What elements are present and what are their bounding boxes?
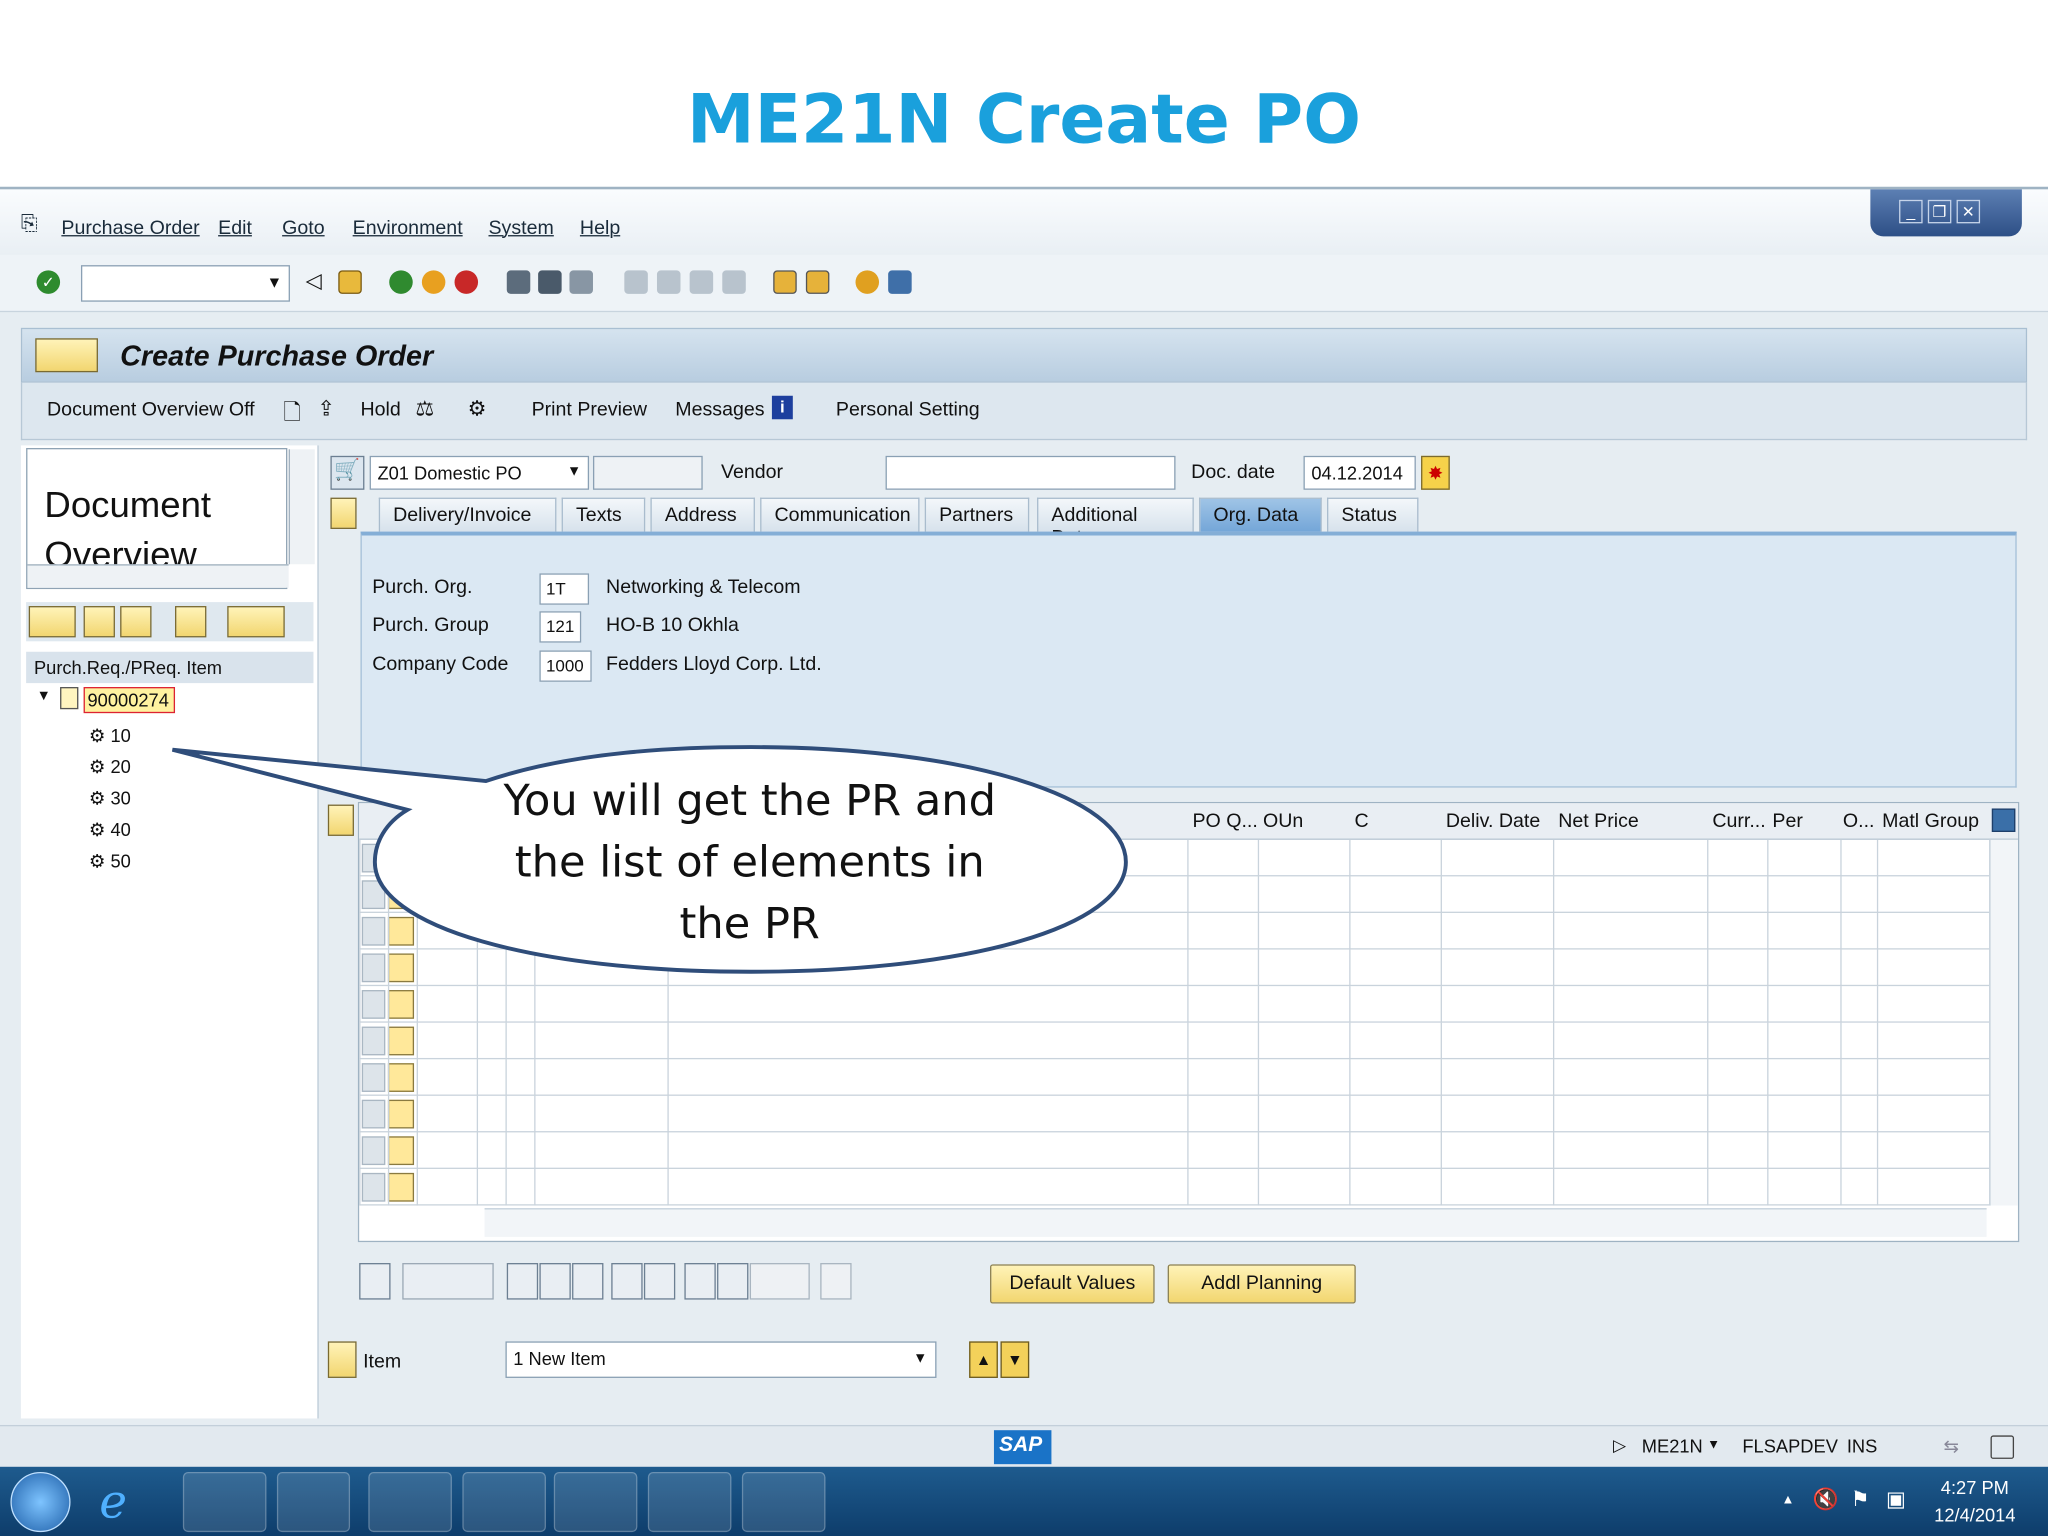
sap-logon-icon[interactable] bbox=[553, 1471, 638, 1533]
callout-text: You will get the PR and the list of elem… bbox=[475, 769, 1024, 953]
clock[interactable]: 4:27 PM 12/4/2014 bbox=[1920, 1475, 2030, 1530]
powerpoint-icon[interactable] bbox=[647, 1471, 732, 1533]
callout-line1: You will get the PR and bbox=[503, 774, 996, 826]
clock-time: 4:27 PM bbox=[1940, 1477, 2009, 1499]
tray-expand-icon[interactable]: ▲ bbox=[1782, 1493, 1795, 1507]
volume-muted-icon[interactable]: 🔇 bbox=[1813, 1486, 1839, 1512]
network-icon[interactable]: ▣ bbox=[1886, 1486, 1906, 1512]
start-button[interactable] bbox=[10, 1471, 71, 1533]
paint-icon[interactable] bbox=[741, 1471, 826, 1533]
windows-taskbar: ℯ ▲ 🔇 ⚑ ▣ 4:27 PM 12/4/2014 bbox=[0, 1466, 2048, 1536]
ie-icon[interactable]: ℯ bbox=[99, 1475, 127, 1530]
chrome-icon[interactable] bbox=[368, 1471, 452, 1533]
excel-icon[interactable] bbox=[462, 1471, 546, 1533]
callout-line3: the PR bbox=[679, 897, 820, 949]
clock-date: 12/4/2014 bbox=[1934, 1504, 2016, 1526]
callout-bubble bbox=[171, 745, 1128, 974]
action-center-icon[interactable]: ⚑ bbox=[1851, 1486, 1870, 1512]
callout-line2: the list of elements in bbox=[514, 835, 985, 887]
explorer-icon[interactable] bbox=[182, 1471, 267, 1533]
media-player-icon[interactable] bbox=[276, 1471, 351, 1533]
